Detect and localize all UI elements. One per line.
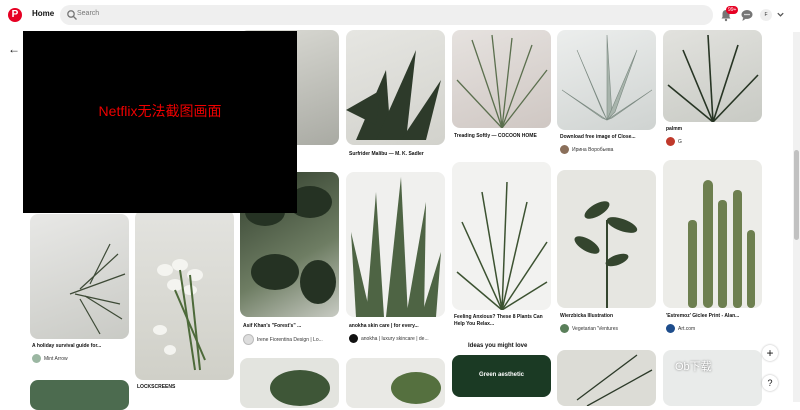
snake-plant-image bbox=[351, 177, 441, 317]
author-name: Art.com bbox=[678, 325, 696, 332]
author-name: G bbox=[678, 138, 682, 145]
palm-tree-image bbox=[667, 34, 759, 122]
monstera-leaf-image bbox=[270, 370, 330, 406]
pin-author[interactable]: Vegetarian 'Ventures bbox=[560, 324, 618, 333]
tulips-image bbox=[153, 259, 206, 371]
pin-image[interactable] bbox=[346, 30, 445, 145]
author-avatar bbox=[560, 324, 569, 333]
plus-icon: + bbox=[766, 346, 774, 360]
pin-title[interactable]: palmm bbox=[666, 126, 682, 133]
author-avatar bbox=[666, 137, 675, 146]
author-name: anokha | luxury skincare | de... bbox=[361, 335, 429, 342]
pin-author[interactable]: Ирина Воробьева bbox=[560, 145, 613, 154]
pin-author[interactable]: G bbox=[666, 137, 682, 146]
author-avatar bbox=[560, 145, 569, 154]
pin-image[interactable] bbox=[30, 380, 129, 410]
pin-image[interactable] bbox=[557, 170, 656, 308]
help-button[interactable]: ? bbox=[762, 375, 778, 391]
top-nav-bar: P Home Search 99+ F bbox=[0, 0, 800, 32]
pin-image[interactable] bbox=[346, 172, 445, 317]
pin-title[interactable]: A holiday survival guide for... bbox=[32, 343, 129, 350]
banana-plant-image bbox=[574, 201, 638, 308]
pin-title[interactable]: Wierzbicka Illustration bbox=[560, 313, 655, 320]
agave-image bbox=[561, 34, 653, 121]
pin-image[interactable] bbox=[663, 160, 762, 308]
pin-image[interactable] bbox=[452, 30, 551, 128]
message-icon[interactable] bbox=[740, 8, 754, 22]
pin-title[interactable]: Surfrider Malibu — M. K. Sadler bbox=[349, 151, 446, 158]
search-input[interactable]: Search bbox=[60, 5, 713, 25]
pin-image[interactable] bbox=[452, 162, 551, 310]
search-placeholder: Search bbox=[77, 10, 100, 17]
pin-author[interactable]: Mint Arrow bbox=[32, 354, 68, 363]
plant-image bbox=[391, 372, 441, 404]
pin-image[interactable] bbox=[30, 214, 129, 339]
dracaena-image bbox=[456, 181, 548, 310]
author-avatar bbox=[349, 334, 358, 343]
pin-title[interactable]: 'Estremoz' Giclee Print - Alan... bbox=[666, 313, 761, 320]
ideas-heading: Ideas you might love bbox=[468, 343, 528, 349]
idea-tile-green-aesthetic[interactable]: Green aesthetic bbox=[452, 355, 551, 397]
chevron-down-icon[interactable] bbox=[776, 10, 785, 19]
author-name: Ирина Воробьева bbox=[572, 146, 614, 153]
pin-title[interactable]: Download free image of Close... bbox=[560, 134, 655, 141]
pin-author[interactable]: Irene Fiorentina Design | Lo... bbox=[243, 334, 323, 345]
pin-author[interactable]: Art.com bbox=[666, 324, 695, 333]
pin-title[interactable]: LOCKSCREENS bbox=[137, 384, 234, 391]
video-overlay: Netflix无法截图画面 bbox=[23, 31, 297, 213]
watermark: Ob下载 bbox=[675, 361, 712, 373]
pin-image[interactable] bbox=[346, 358, 445, 408]
author-avatar bbox=[666, 324, 675, 333]
pin-image[interactable] bbox=[557, 30, 656, 130]
author-name: Irene Fiorentina Design | Lo... bbox=[257, 336, 323, 343]
palm-leaf-image bbox=[69, 243, 126, 335]
grass-plant-image bbox=[456, 34, 548, 128]
cactus-image bbox=[688, 180, 755, 308]
overlay-message: Netflix无法截图画面 bbox=[98, 103, 222, 119]
create-button[interactable]: + bbox=[762, 345, 778, 361]
pin-title[interactable]: Feeling Anxious? These 8 Plants Can Help… bbox=[454, 314, 549, 328]
author-name: Vegetarian 'Ventures bbox=[572, 325, 618, 332]
pin-image[interactable] bbox=[557, 350, 656, 406]
pinterest-logo[interactable]: P bbox=[8, 8, 22, 22]
pin-image[interactable] bbox=[663, 30, 762, 122]
pin-image[interactable] bbox=[240, 358, 339, 408]
user-avatar[interactable]: F bbox=[760, 9, 772, 21]
pin-title[interactable]: Asif Khan's "Forest's" ... bbox=[243, 323, 338, 330]
back-arrow-icon[interactable]: ← bbox=[8, 42, 20, 56]
pin-author[interactable]: anokha | luxury skincare | de... bbox=[349, 334, 429, 343]
palm-plant-image bbox=[346, 50, 441, 140]
question-icon: ? bbox=[767, 378, 773, 388]
author-avatar bbox=[243, 334, 254, 345]
author-avatar bbox=[32, 354, 41, 363]
pin-title[interactable]: Treading Softly — COCOON HOME bbox=[454, 133, 549, 140]
notification-badge: 99+ bbox=[726, 6, 739, 14]
pin-image[interactable] bbox=[135, 210, 234, 380]
home-tab[interactable]: Home bbox=[28, 7, 58, 20]
author-name: Mint Arrow bbox=[44, 355, 68, 362]
palm-shadow-image bbox=[576, 354, 653, 406]
idea-tile-label: Green aesthetic bbox=[478, 372, 525, 378]
scrollbar-thumb[interactable] bbox=[794, 150, 799, 240]
pin-title[interactable]: anokha skin care | for every... bbox=[349, 323, 444, 330]
